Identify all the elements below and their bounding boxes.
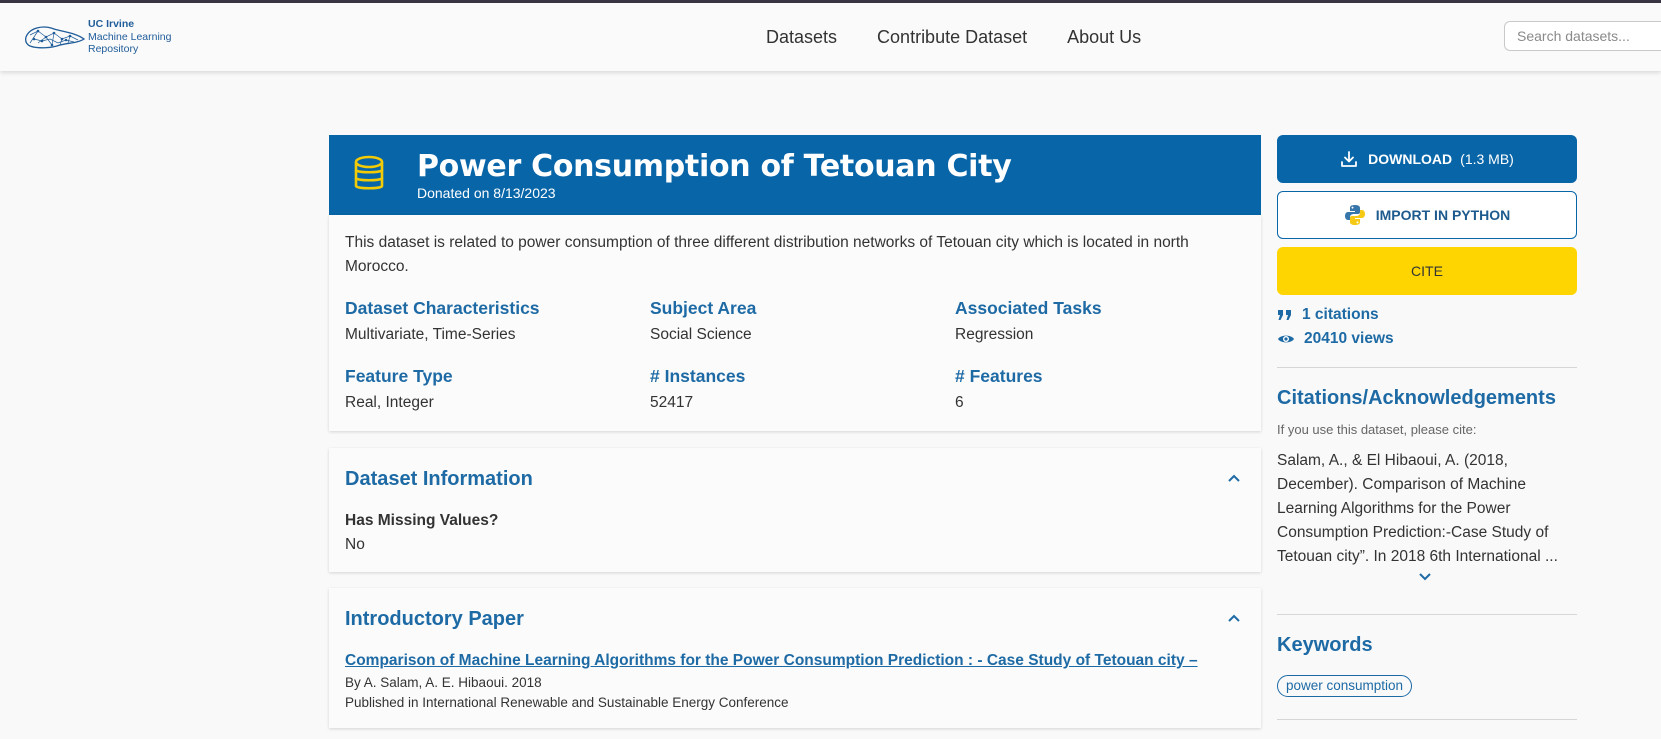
donated-date: Donated on 8/13/2023 xyxy=(417,185,556,201)
sidebar-divider xyxy=(1277,614,1577,615)
keyword-chip[interactable]: power consumption xyxy=(1277,675,1413,697)
dataset-information-title: Dataset Information xyxy=(345,468,533,490)
database-icon xyxy=(354,155,384,190)
quote-icon xyxy=(1278,310,1291,320)
repository-logo[interactable]: UC Irvine Machine Learning Repository xyxy=(24,17,184,57)
chevron-up-icon[interactable] xyxy=(1227,473,1241,483)
characteristic-value: 52417 xyxy=(650,394,694,411)
characteristic-feature-type: Feature Type Real, Integer xyxy=(345,366,453,412)
dataset-overview-card: This dataset is related to power consump… xyxy=(329,215,1261,431)
logo-line-2: Machine Learning xyxy=(88,30,172,43)
missing-values-label: Has Missing Values? xyxy=(345,512,499,529)
cite-note: If you use this dataset, please cite: xyxy=(1277,422,1477,437)
cite-label: CITE xyxy=(1411,263,1443,279)
characteristic-value: Multivariate, Time-Series xyxy=(345,326,516,343)
nav-contribute-dataset[interactable]: Contribute Dataset xyxy=(877,27,1027,48)
views-text: 20410 views xyxy=(1304,330,1394,347)
views-count: 20410 views xyxy=(1277,330,1394,348)
logo-line-1: UC Irvine xyxy=(88,18,135,31)
main-nav: Datasets Contribute Dataset About Us xyxy=(766,27,1181,48)
characteristic-label: Associated Tasks xyxy=(955,298,1102,318)
introductory-paper-card: Introductory Paper Comparison of Machine… xyxy=(329,588,1261,728)
download-button[interactable]: DOWNLOAD (1.3 MB) xyxy=(1277,135,1577,183)
download-icon xyxy=(1341,151,1358,167)
navbar: UC Irvine Machine Learning Repository Da… xyxy=(0,3,1661,71)
characteristic-features: # Features 6 xyxy=(955,366,1043,412)
nav-datasets[interactable]: Datasets xyxy=(766,27,837,48)
paper-authors: By A. Salam, A. E. Hibaoui. 2018 xyxy=(345,675,542,690)
logo-text: UC Irvine Machine Learning Repository xyxy=(88,18,171,56)
import-label: IMPORT IN PYTHON xyxy=(1375,207,1511,223)
dataset-information-card: Dataset Information Has Missing Values? … xyxy=(329,448,1261,572)
characteristic-instances: # Instances 52417 xyxy=(650,366,745,412)
characteristic-label: Dataset Characteristics xyxy=(345,298,540,318)
sidebar-divider xyxy=(1277,719,1577,720)
characteristic-label: # Features xyxy=(955,366,1043,386)
characteristic-value: Real, Integer xyxy=(345,394,434,411)
eye-icon xyxy=(1278,335,1294,343)
missing-values-value: No xyxy=(345,536,365,553)
import-in-python-button[interactable]: IMPORT IN PYTHON xyxy=(1277,191,1577,239)
cite-button[interactable]: CITE xyxy=(1277,247,1577,295)
characteristic-dataset-characteristics: Dataset Characteristics Multivariate, Ti… xyxy=(345,298,540,344)
dataset-header: Power Consumption of Tetouan City Donate… xyxy=(329,135,1261,215)
characteristic-label: # Instances xyxy=(650,366,746,386)
logo-line-3: Repository xyxy=(88,43,139,56)
citations-count[interactable]: 1 citations xyxy=(1277,306,1379,324)
characteristic-value: 6 xyxy=(955,394,964,411)
characteristic-associated-tasks: Associated Tasks Regression xyxy=(955,298,1102,344)
nav-about-us[interactable]: About Us xyxy=(1067,27,1141,48)
paper-venue: Published in International Renewable and… xyxy=(345,695,789,710)
paper-link[interactable]: Comparison of Machine Learning Algorithm… xyxy=(345,652,1198,670)
characteristic-value: Social Science xyxy=(650,326,752,343)
download-size: (1.3 MB) xyxy=(1460,151,1514,167)
dataset-description: This dataset is related to power consump… xyxy=(345,234,1189,275)
characteristic-value: Regression xyxy=(955,326,1034,343)
dataset-title: Power Consumption of Tetouan City xyxy=(417,149,1012,184)
introductory-paper-title: Introductory Paper xyxy=(345,608,524,630)
characteristic-label: Feature Type xyxy=(345,366,453,386)
citations-text: 1 citations xyxy=(1302,306,1379,323)
chevron-up-icon[interactable] xyxy=(1227,613,1241,623)
characteristic-label: Subject Area xyxy=(650,298,757,318)
keywords-title: Keywords xyxy=(1277,634,1373,656)
characteristic-subject-area: Subject Area Social Science xyxy=(650,298,756,344)
search-input[interactable] xyxy=(1504,21,1661,51)
download-label: DOWNLOAD xyxy=(1368,151,1453,167)
citation-text: Salam, A., & El Hibaoui, A. (2018, Decem… xyxy=(1277,452,1558,565)
citations-title: Citations/Acknowledgements xyxy=(1277,387,1556,409)
chevron-down-icon[interactable] xyxy=(1418,572,1432,582)
python-icon xyxy=(1344,205,1365,225)
anteater-logo-icon xyxy=(24,26,86,49)
sidebar-divider xyxy=(1277,367,1577,368)
